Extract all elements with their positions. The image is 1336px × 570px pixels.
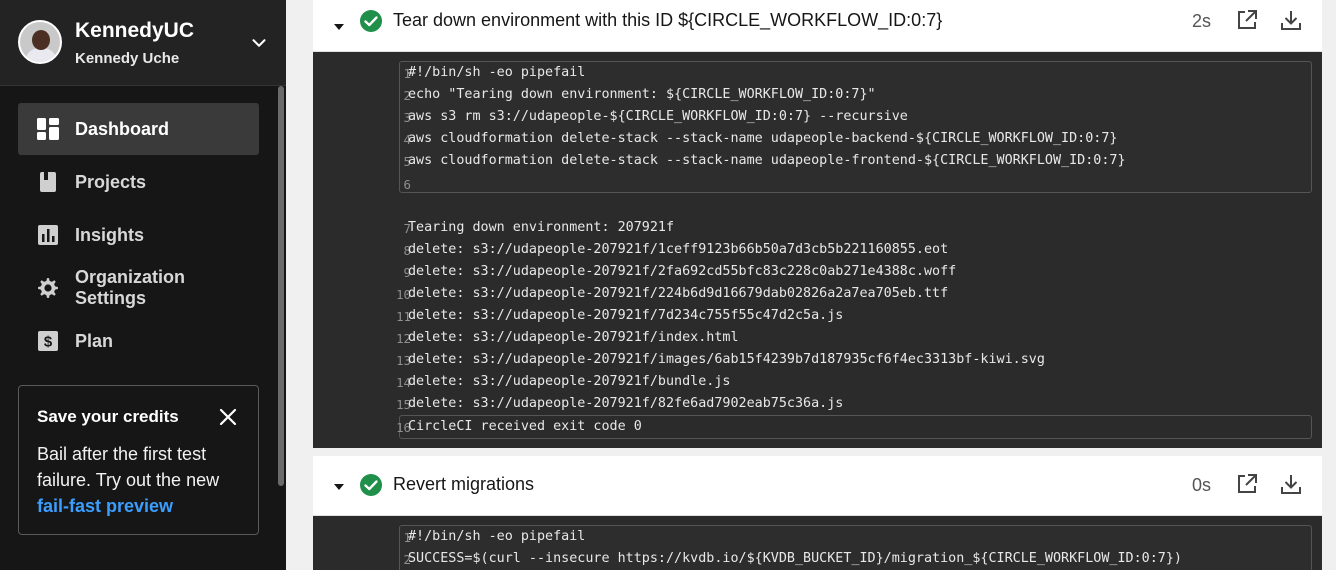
sidebar-scrollbar[interactable] — [276, 86, 286, 570]
console-line: 6 — [403, 177, 411, 192]
gear-icon — [36, 276, 60, 300]
close-icon[interactable] — [217, 406, 239, 428]
download-icon[interactable] — [1279, 472, 1303, 496]
step-title: Tear down environment with this ID ${CIR… — [393, 10, 943, 30]
console-line: 15 delete: s3://udapeople-207921f/82fe6ad… — [396, 396, 844, 412]
console-line: 14 delete: s3://udapeople-207921f/bundle.… — [396, 374, 731, 390]
fail-fast-link[interactable]: fail-fast preview — [37, 496, 173, 516]
avatar — [18, 20, 62, 64]
console-line: 4 aws cloudformation delete-stack --stack… — [403, 131, 1118, 147]
caret-down-icon[interactable] — [332, 480, 346, 494]
scrollbar-thumb[interactable] — [278, 86, 284, 486]
console-line: 10 delete: s3://udapeople-207921f/224b6d9… — [396, 286, 949, 302]
dollar-icon: $ — [36, 329, 60, 353]
console-line: 3 aws s3 rm s3://udapeople-${CIRCLE_WORKF… — [403, 109, 908, 125]
download-icon[interactable] — [1279, 8, 1303, 32]
user-name: Kennedy Uche — [75, 50, 180, 67]
external-link-icon[interactable] — [1235, 8, 1259, 32]
success-check-icon — [360, 10, 382, 32]
org-name: KennedyUC — [75, 19, 195, 42]
step-duration: 0s — [1192, 475, 1212, 495]
sidebar-item-label: Dashboard — [75, 118, 170, 139]
dashboard-icon — [36, 117, 60, 141]
step-header[interactable]: Tear down environment with this ID ${CIR… — [313, 0, 1322, 52]
console-line: 13 delete: s3://udapeople-207921f/images/… — [396, 352, 1045, 368]
sidebar-item-dashboard[interactable]: Dashboard — [18, 103, 259, 155]
chevron-down-icon[interactable] — [248, 32, 270, 54]
console-line: 12 delete: s3://udapeople-207921f/index.h… — [396, 330, 739, 346]
sidebar: KennedyUC Kennedy Uche Dashboard Project… — [0, 0, 286, 570]
bar-chart-icon — [36, 223, 60, 247]
sidebar-item-label: Organization Settings — [75, 267, 186, 308]
console-line-exit: 16 CircleCI received exit code 0 — [396, 419, 642, 435]
sidebar-item-organization-settings[interactable]: Organization Settings — [18, 262, 259, 314]
success-check-icon — [360, 474, 382, 496]
console-line: 11 delete: s3://udapeople-207921f/7d234c7… — [396, 308, 844, 324]
console-line: 2 echo "Tearing down environment: ${CIRCL… — [403, 87, 876, 103]
sidebar-item-projects[interactable]: Projects — [18, 156, 259, 208]
svg-text:$: $ — [44, 334, 53, 351]
step-console: 1 #!/bin/sh -eo pipefail 2 SUCCESS=$(curl … — [313, 516, 1322, 570]
console-line: 9 delete: s3://udapeople-207921f/2fa692cd… — [403, 264, 957, 280]
console-line: 1 #!/bin/sh -eo pipefail — [403, 529, 586, 545]
step-duration: 2s — [1192, 11, 1212, 31]
credits-text: Bail after the first test failure. Try o… — [37, 444, 220, 490]
sidebar-item-label: Insights — [75, 224, 145, 245]
step-header[interactable]: Revert migrations 0s — [313, 456, 1322, 516]
caret-down-icon[interactable] — [332, 20, 346, 34]
sidebar-item-insights[interactable]: Insights — [18, 209, 259, 261]
console-line: 8 delete: s3://udapeople-207921f/1ceff912… — [403, 242, 949, 258]
step-console: 1 #!/bin/sh -eo pipefail 2 echo "Tearing d… — [313, 52, 1322, 448]
main-content: Tear down environment with this ID ${CIR… — [286, 0, 1336, 570]
console-line: 7 Tearing down environment: 207921f — [403, 220, 675, 236]
console-line: 5 aws cloudformation delete-stack --stack… — [403, 153, 1126, 169]
sidebar-item-label: Projects — [75, 171, 147, 192]
sidebar-item-label: Plan — [75, 330, 114, 351]
org-switcher[interactable]: KennedyUC Kennedy Uche — [0, 0, 286, 86]
step-title: Revert migrations — [393, 474, 535, 494]
console-line: 2 SUCCESS=$(curl --insecure https://kvdb.… — [403, 551, 1182, 567]
sidebar-item-plan[interactable]: $ Plan — [18, 315, 259, 367]
credits-title: Save your credits — [37, 407, 179, 426]
credits-promo: Save your credits Bail after the first t… — [18, 385, 259, 535]
book-icon — [36, 170, 60, 194]
console-line: 1 #!/bin/sh -eo pipefail — [403, 65, 586, 81]
external-link-icon[interactable] — [1235, 472, 1259, 496]
credits-body: Bail after the first test failure. Try o… — [37, 441, 242, 519]
